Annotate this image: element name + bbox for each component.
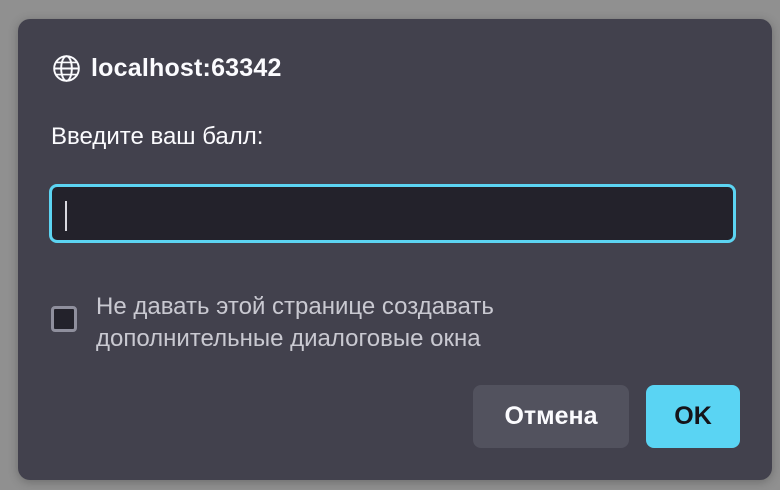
score-input[interactable]	[49, 184, 736, 243]
suppress-dialogs-label[interactable]: Не давать этой странице создавать дополн…	[96, 291, 656, 355]
cancel-button[interactable]: Отмена	[473, 385, 629, 448]
dialog-origin-title: localhost:63342	[91, 53, 282, 82]
dialog-header: localhost:63342	[52, 53, 282, 83]
ok-button[interactable]: OK	[646, 385, 740, 448]
prompt-dialog: localhost:63342 Введите ваш балл: Не дав…	[18, 19, 772, 480]
globe-icon	[53, 54, 80, 82]
suppress-dialogs-checkbox[interactable]	[51, 306, 77, 332]
dialog-message: Введите ваш балл:	[51, 123, 264, 150]
